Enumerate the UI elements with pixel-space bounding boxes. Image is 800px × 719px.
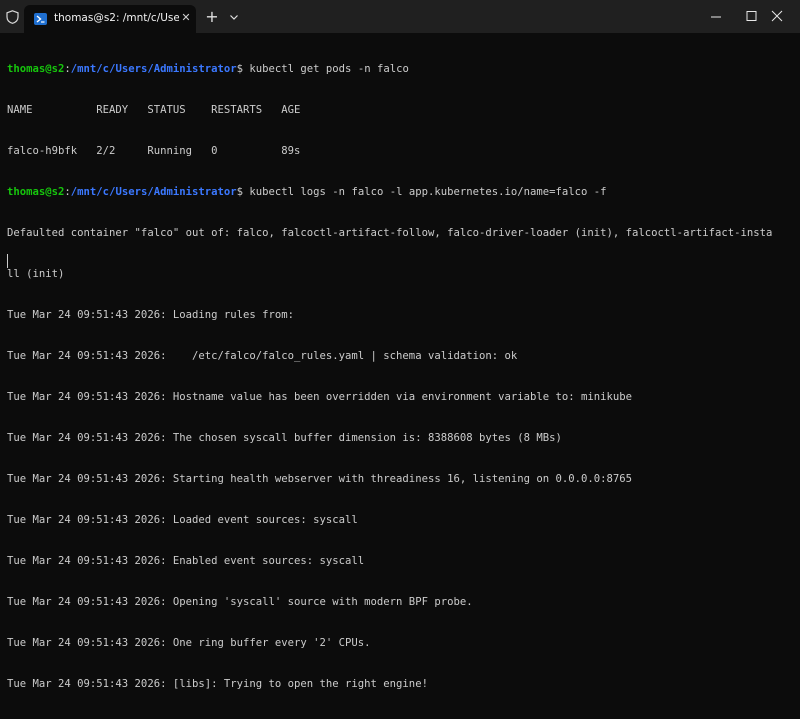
output-line: Tue Mar 24 09:51:43 2026: The chosen sys… bbox=[7, 431, 562, 444]
output-line: Tue Mar 24 09:51:43 2026: One ring buffe… bbox=[7, 636, 371, 649]
prompt-symbol: $ bbox=[236, 186, 250, 199]
tab-title: thomas@s2: /mnt/c/Users/Ad bbox=[54, 12, 179, 24]
powershell-icon bbox=[34, 13, 47, 25]
output-line: Tue Mar 24 09:51:43 2026: Enabled event … bbox=[7, 554, 365, 567]
chevron-down-icon[interactable] bbox=[226, 8, 242, 26]
output-line: ll (init) bbox=[7, 268, 65, 281]
output-line: Defaulted container "falco" out of: falc… bbox=[7, 227, 773, 240]
title-bar: thomas@s2: /mnt/c/Users/Ad ✕ + bbox=[0, 0, 800, 33]
pods-table-row: falco-h9bfk 2/2 Running 0 89s bbox=[7, 145, 301, 158]
output-line: Tue Mar 24 09:51:43 2026: [libs]: Trying… bbox=[7, 677, 428, 690]
command-text: kubectl logs -n falco -l app.kubernetes.… bbox=[249, 186, 607, 199]
output-line: Tue Mar 24 09:51:43 2026: Hostname value… bbox=[7, 390, 633, 403]
prompt-line: thomas@s2:/mnt/c/Users/Administrator$ ku… bbox=[7, 186, 797, 200]
output-line: Tue Mar 24 09:51:43 2026: Loading rules … bbox=[7, 309, 295, 322]
terminal-tab[interactable]: thomas@s2: /mnt/c/Users/Ad ✕ bbox=[24, 5, 196, 33]
plus-icon[interactable]: + bbox=[203, 8, 221, 26]
prompt-user: thomas@s2 bbox=[7, 186, 65, 199]
command-text: kubectl get pods -n falco bbox=[249, 63, 409, 76]
prompt-symbol: $ bbox=[236, 63, 250, 76]
prompt-line: thomas@s2:/mnt/c/Users/Administrator$ ku… bbox=[7, 63, 797, 77]
pods-table-header: NAME READY STATUS RESTARTS AGE bbox=[7, 104, 301, 117]
output-line: Tue Mar 24 09:51:43 2026: Loaded event s… bbox=[7, 513, 358, 526]
prompt-path: /mnt/c/Users/Administrator bbox=[70, 63, 237, 76]
prompt-user: thomas@s2 bbox=[7, 63, 65, 76]
shield-icon[interactable] bbox=[6, 10, 19, 24]
window-close-icon[interactable] bbox=[754, 0, 800, 33]
prompt-path: /mnt/c/Users/Administrator bbox=[70, 186, 237, 199]
terminal-output[interactable]: thomas@s2:/mnt/c/Users/Administrator$ ku… bbox=[7, 36, 797, 690]
output-line: Tue Mar 24 09:51:43 2026: Opening 'sysca… bbox=[7, 595, 473, 608]
output-line: Tue Mar 24 09:51:43 2026: /etc/falco/fal… bbox=[7, 349, 518, 362]
text-cursor bbox=[7, 254, 8, 268]
output-line: Tue Mar 24 09:51:43 2026: Starting healt… bbox=[7, 472, 633, 485]
close-icon[interactable]: ✕ bbox=[179, 10, 193, 26]
